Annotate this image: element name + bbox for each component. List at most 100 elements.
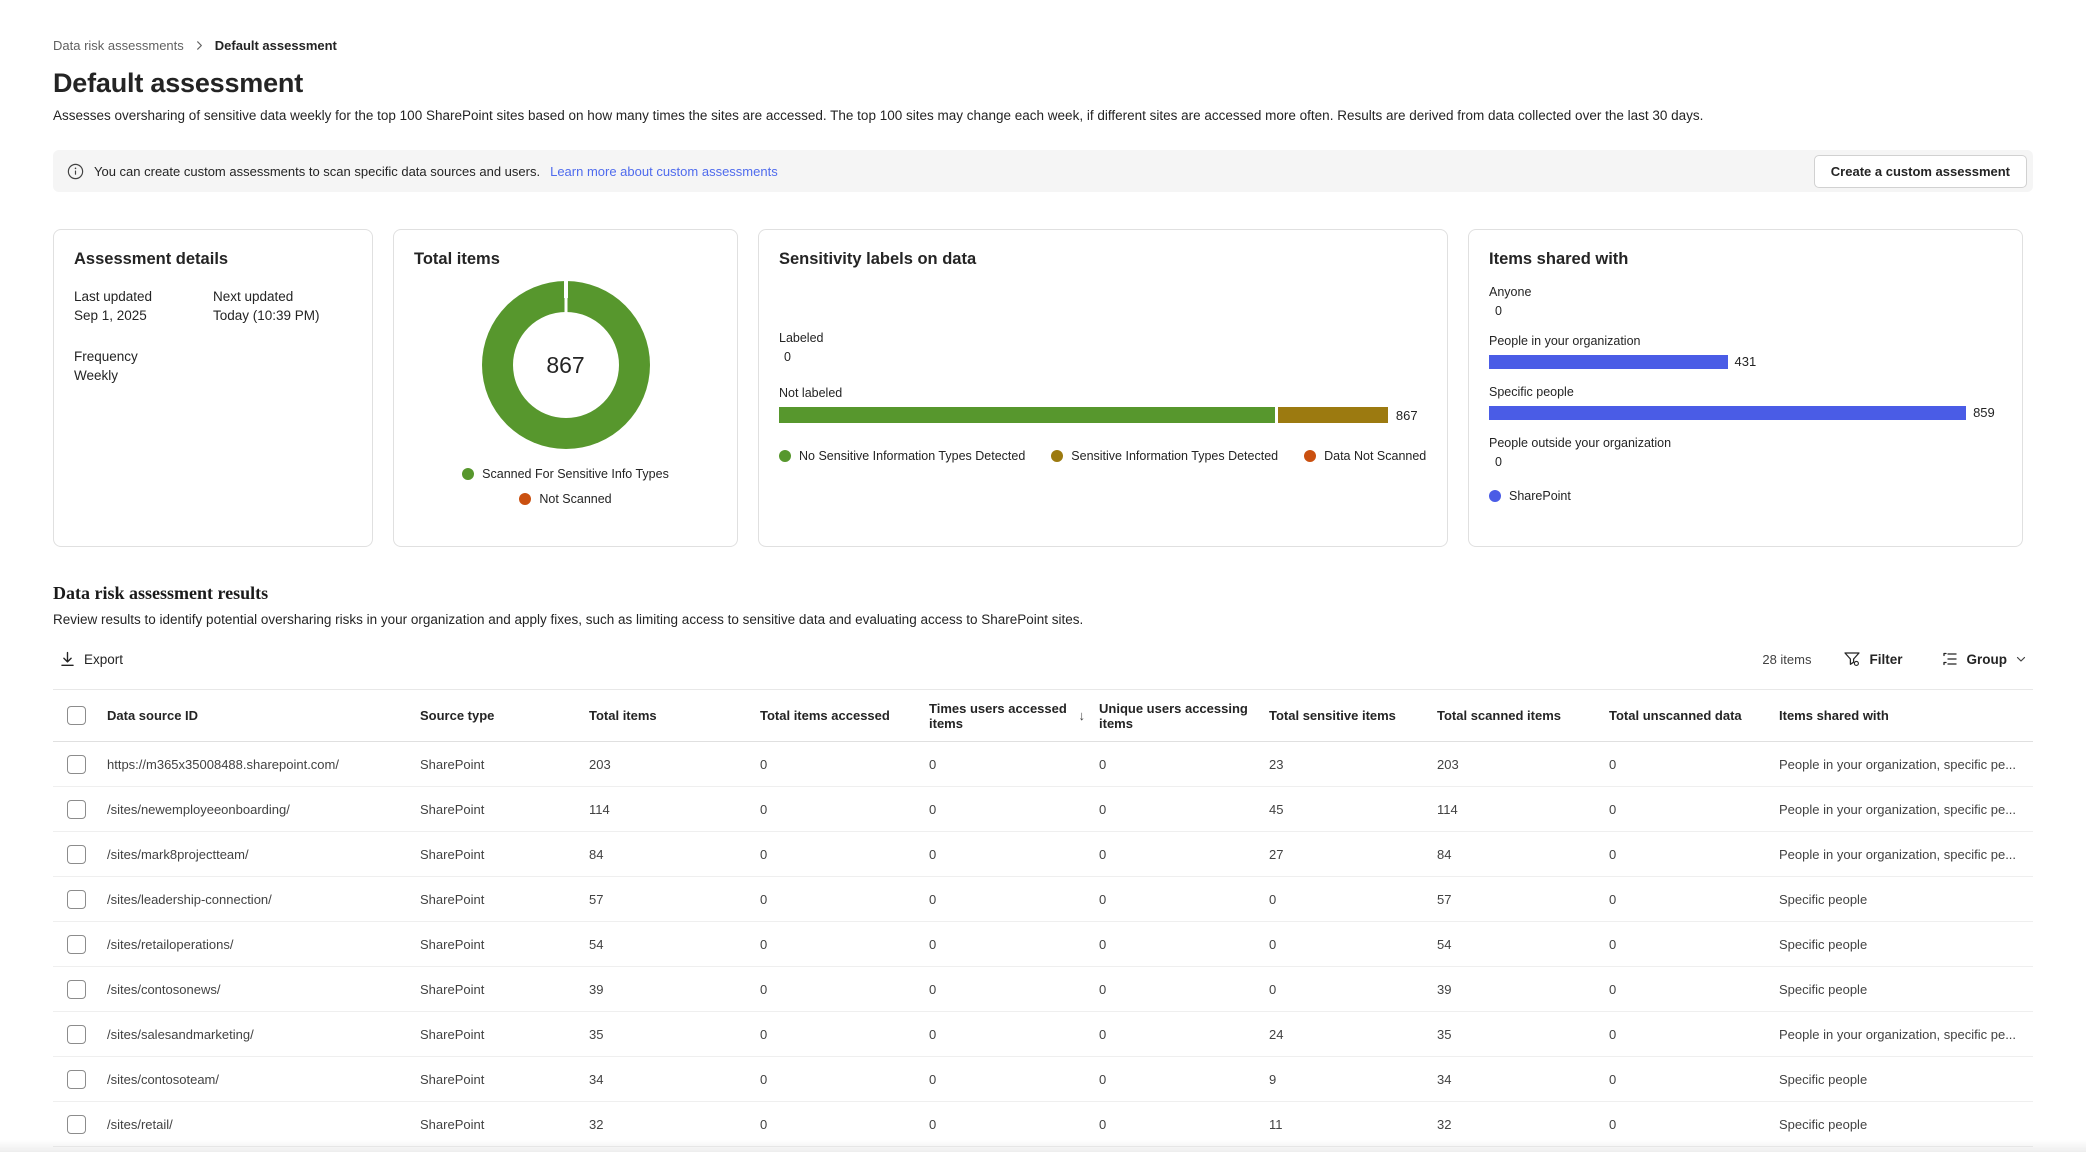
create-custom-assessment-button[interactable]: Create a custom assessment — [1814, 155, 2027, 188]
export-button[interactable]: Export — [53, 647, 129, 672]
learn-more-link[interactable]: Learn more about custom assessments — [550, 164, 778, 179]
select-all-checkbox[interactable] — [67, 706, 86, 725]
column-header-total-sensitive-items[interactable]: Total sensitive items — [1269, 690, 1437, 742]
table-row[interactable]: /sites/leadership-connection/ SharePoint… — [53, 877, 2033, 922]
cell-total-sensitive-items: 45 — [1269, 802, 1283, 817]
cell-total-items: 32 — [589, 1117, 603, 1132]
cell-total-items: 35 — [589, 1027, 603, 1042]
sort-descending-icon: ↓ — [1079, 708, 1086, 723]
table-row[interactable]: /sites/contosoteam/ SharePoint 34 0 0 0 … — [53, 1057, 2033, 1102]
cell-items-shared-with: People in your organization, specific pe… — [1779, 1027, 2016, 1042]
field-label: Frequency — [74, 349, 213, 364]
column-header-total-unscanned-data[interactable]: Total unscanned data — [1609, 690, 1779, 742]
row-checkbox[interactable] — [67, 890, 86, 909]
cell-data-source-id: /sites/contosonews/ — [107, 982, 220, 997]
column-header-total-scanned-items[interactable]: Total scanned items — [1437, 690, 1609, 742]
breadcrumb-parent[interactable]: Data risk assessments — [53, 38, 184, 53]
row-checkbox[interactable] — [67, 800, 86, 819]
column-header-total-items-accessed[interactable]: Total items accessed — [760, 690, 929, 742]
labeled-label: Labeled — [779, 331, 1427, 345]
cell-data-source-id: /sites/contosoteam/ — [107, 1072, 219, 1087]
bar-label: Anyone — [1489, 285, 2002, 299]
frequency-field: Frequency Weekly — [74, 349, 213, 383]
summary-cards: Assessment details Last updated Sep 1, 2… — [53, 229, 2033, 547]
card-title: Items shared with — [1489, 250, 2002, 269]
cell-unique-users: 0 — [1099, 982, 1106, 997]
table-row[interactable]: /sites/retail/ SharePoint 32 0 0 0 11 32… — [53, 1102, 2033, 1147]
group-label: Group — [1967, 652, 2008, 667]
column-header-source-type[interactable]: Source type — [420, 690, 589, 742]
results-toolbar: Export 28 items Filter — [53, 641, 2033, 677]
cell-unique-users: 0 — [1099, 802, 1106, 817]
not-scanned-legend-dot-icon — [1304, 450, 1316, 462]
cell-total-items: 39 — [589, 982, 603, 997]
anyone-row: Anyone 0 — [1489, 285, 2002, 318]
column-header-times-users-accessed[interactable]: Times users accessed items ↓ — [929, 690, 1099, 742]
group-button[interactable]: Group — [1935, 646, 2034, 672]
cell-total-items-accessed: 0 — [760, 847, 767, 862]
column-header-items-shared-with[interactable]: Items shared with — [1779, 690, 2033, 742]
row-checkbox[interactable] — [67, 935, 86, 954]
cell-data-source-id: /sites/leadership-connection/ — [107, 892, 272, 907]
bar-value: 0 — [1489, 455, 2002, 469]
group-list-icon — [1941, 650, 1959, 668]
row-checkbox[interactable] — [67, 1115, 86, 1134]
column-header-total-items[interactable]: Total items — [589, 690, 760, 742]
no-sensitive-legend-dot-icon — [779, 450, 791, 462]
card-title: Assessment details — [74, 250, 352, 269]
cell-total-unscanned-data: 0 — [1609, 892, 1616, 907]
cell-unique-users: 0 — [1099, 1027, 1106, 1042]
cell-total-unscanned-data: 0 — [1609, 1117, 1616, 1132]
cell-times-users-accessed: 0 — [929, 892, 936, 907]
cell-items-shared-with: Specific people — [1779, 937, 1867, 952]
data-risk-assessment-page: Data risk assessments Default assessment… — [0, 38, 2086, 1147]
row-checkbox[interactable] — [67, 845, 86, 864]
table-row[interactable]: https://m365x35008488.sharepoint.com/ Sh… — [53, 742, 2033, 787]
cell-total-items: 57 — [589, 892, 603, 907]
not-labeled-label: Not labeled — [779, 386, 1427, 400]
table-row[interactable]: /sites/contosonews/ SharePoint 39 0 0 0 … — [53, 967, 2033, 1012]
cell-total-items-accessed: 0 — [760, 937, 767, 952]
row-checkbox[interactable] — [67, 980, 86, 999]
column-header-data-source-id[interactable]: Data source ID — [107, 690, 420, 742]
row-checkbox[interactable] — [67, 1025, 86, 1044]
cell-data-source-id: /sites/newemployeeonboarding/ — [107, 802, 290, 817]
cell-times-users-accessed: 0 — [929, 982, 936, 997]
field-value: Weekly — [74, 368, 213, 383]
breadcrumb: Data risk assessments Default assessment — [53, 38, 2033, 53]
shared-legend: SharePoint — [1489, 489, 2002, 503]
cell-total-unscanned-data: 0 — [1609, 1027, 1616, 1042]
cell-total-unscanned-data: 0 — [1609, 757, 1616, 772]
cell-items-shared-with: Specific people — [1779, 892, 1867, 907]
cell-total-items-accessed: 0 — [760, 1117, 767, 1132]
column-header-unique-users[interactable]: Unique users accessing items — [1099, 690, 1269, 742]
results-section-description: Review results to identify potential ove… — [53, 612, 2033, 627]
cell-unique-users: 0 — [1099, 847, 1106, 862]
cell-total-sensitive-items: 24 — [1269, 1027, 1283, 1042]
table-row[interactable]: /sites/newemployeeonboarding/ SharePoint… — [53, 787, 2033, 832]
people-outside-org-row: People outside your organization 0 — [1489, 436, 2002, 469]
bar-label: People outside your organization — [1489, 436, 2002, 450]
cell-total-scanned-items: 39 — [1437, 982, 1451, 997]
column-header-label: Times users accessed items — [929, 701, 1075, 731]
cell-data-source-id: https://m365x35008488.sharepoint.com/ — [107, 757, 339, 772]
table-row[interactable]: /sites/retailoperations/ SharePoint 54 0… — [53, 922, 2033, 967]
cell-times-users-accessed: 0 — [929, 802, 936, 817]
people-in-org-row: People in your organization 431 — [1489, 334, 2002, 369]
chevron-right-icon — [194, 40, 205, 51]
cell-total-sensitive-items: 23 — [1269, 757, 1283, 772]
table-row[interactable]: /sites/salesandmarketing/ SharePoint 35 … — [53, 1012, 2033, 1057]
cell-total-items: 84 — [589, 847, 603, 862]
cell-total-sensitive-items: 0 — [1269, 892, 1276, 907]
cell-total-items: 34 — [589, 1072, 603, 1087]
row-checkbox[interactable] — [67, 755, 86, 774]
donut-legend: Scanned For Sensitive Info Types Not Sca… — [414, 467, 717, 506]
row-checkbox[interactable] — [67, 1070, 86, 1089]
cell-source-type: SharePoint — [420, 1072, 484, 1087]
table-row[interactable]: /sites/mark8projectteam/ SharePoint 84 0… — [53, 832, 2033, 877]
cell-items-shared-with: Specific people — [1779, 1072, 1867, 1087]
filter-button[interactable]: Filter — [1837, 646, 1908, 672]
cell-total-scanned-items: 34 — [1437, 1072, 1451, 1087]
sensitivity-legend: No Sensitive Information Types Detected … — [779, 449, 1427, 463]
results-table-body: https://m365x35008488.sharepoint.com/ Sh… — [53, 742, 2033, 1147]
